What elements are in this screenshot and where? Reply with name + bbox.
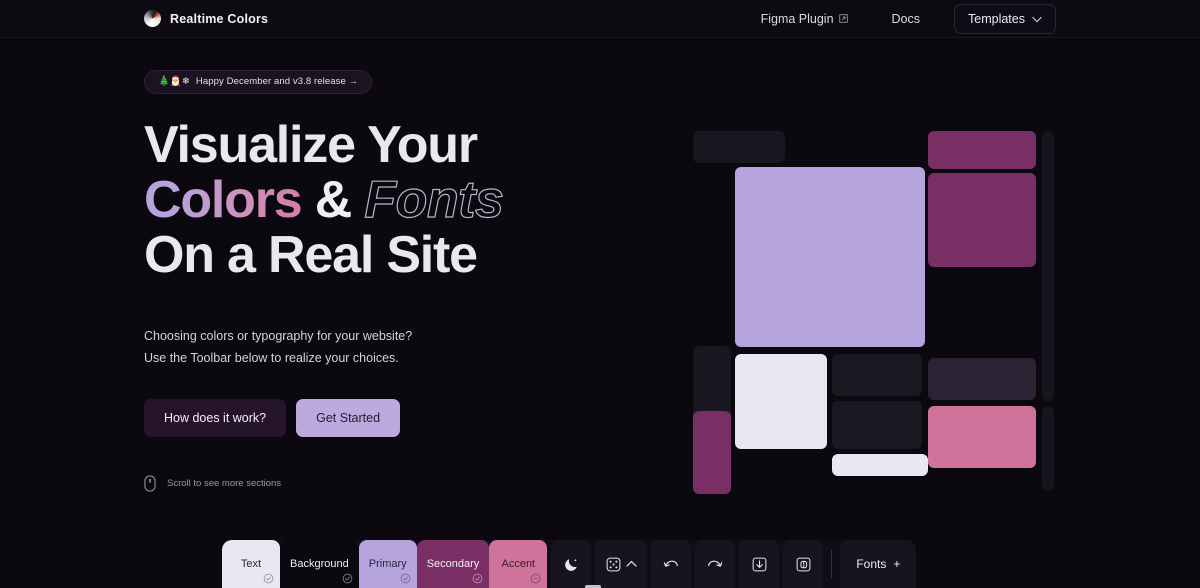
external-link-icon bbox=[839, 14, 848, 23]
get-started-button[interactable]: Get Started bbox=[296, 399, 400, 437]
scroll-hint-label: Scroll to see more sections bbox=[167, 478, 281, 489]
color-swatch-label: Accent bbox=[501, 558, 535, 570]
lock-toggle-icon[interactable] bbox=[472, 573, 483, 584]
top-navbar: Realtime Colors Figma Plugin Docs Templa… bbox=[0, 0, 1200, 38]
nav-link-docs-label: Docs bbox=[892, 12, 920, 26]
color-swatch-label: Text bbox=[241, 558, 261, 570]
color-swatch-background[interactable]: Background bbox=[280, 540, 359, 588]
nav-links: Figma Plugin Docs Templates bbox=[739, 4, 1056, 34]
randomize-button[interactable] bbox=[595, 540, 647, 588]
brand-name: Realtime Colors bbox=[170, 12, 268, 26]
chevron-down-icon bbox=[1032, 12, 1042, 26]
color-swatch-accent[interactable]: Accent bbox=[489, 540, 547, 588]
announcement-badge[interactable]: 🎄🎅❄ Happy December and v3.8 release → bbox=[144, 70, 372, 94]
copy-button[interactable] bbox=[783, 540, 823, 588]
block-left-secondary bbox=[693, 411, 731, 494]
lock-toggle-icon[interactable] bbox=[530, 573, 541, 584]
lock-toggle-icon[interactable] bbox=[342, 573, 353, 584]
fonts-button[interactable]: Fonts + bbox=[840, 540, 916, 588]
block-nav-bar bbox=[693, 131, 785, 163]
block-card-light bbox=[735, 354, 827, 449]
block-right-sec-top bbox=[928, 131, 1036, 169]
lock-toggle-icon[interactable] bbox=[400, 573, 411, 584]
hero-section: 🎄🎅❄ Happy December and v3.8 release → Vi… bbox=[0, 38, 1200, 492]
headline-ampersand: & bbox=[315, 171, 351, 229]
block-right-muted bbox=[928, 358, 1036, 400]
color-swatch-label: Background bbox=[290, 558, 349, 570]
nav-link-figma-plugin-label: Figma Plugin bbox=[761, 12, 834, 26]
headline-colors-word: Colors bbox=[144, 171, 301, 229]
color-swatch-primary[interactable]: Primary bbox=[359, 540, 417, 588]
block-mid-dark-btm bbox=[832, 401, 922, 449]
color-swatch-label: Secondary bbox=[427, 558, 480, 570]
block-hero-primary bbox=[735, 167, 925, 347]
download-button[interactable] bbox=[739, 540, 779, 588]
block-right-accent bbox=[928, 406, 1036, 468]
color-toolbar: Text Background Primary Secondary Accent Font… bbox=[222, 540, 916, 588]
fonts-label: Fonts bbox=[856, 557, 886, 571]
templates-dropdown[interactable]: Templates bbox=[954, 4, 1056, 34]
templates-label: Templates bbox=[968, 12, 1025, 26]
block-right-sec-big bbox=[928, 173, 1036, 267]
undo-button[interactable] bbox=[651, 540, 691, 588]
color-swatch-label: Primary bbox=[369, 558, 407, 570]
palette-preview-grid bbox=[690, 126, 1060, 494]
badge-text: Happy December and v3.8 release → bbox=[196, 76, 358, 87]
block-far-right-rail bbox=[1042, 131, 1054, 401]
how-does-it-work-button[interactable]: How does it work? bbox=[144, 399, 286, 437]
mouse-icon bbox=[144, 475, 156, 492]
nav-link-docs[interactable]: Docs bbox=[870, 12, 942, 26]
headline-fonts-word: Fonts bbox=[364, 171, 503, 229]
color-swatch-secondary[interactable]: Secondary bbox=[417, 540, 490, 588]
block-mid-dark-top bbox=[832, 354, 922, 396]
block-far-right-low bbox=[1042, 406, 1054, 491]
lock-toggle-icon[interactable] bbox=[263, 573, 274, 584]
plus-icon: + bbox=[893, 557, 900, 571]
badge-emoji: 🎄🎅❄ bbox=[158, 77, 190, 87]
dark-mode-toggle[interactable] bbox=[551, 540, 591, 588]
brand[interactable]: Realtime Colors bbox=[144, 10, 268, 27]
redo-button[interactable] bbox=[695, 540, 735, 588]
logo-icon bbox=[144, 10, 161, 27]
color-swatch-text[interactable]: Text bbox=[222, 540, 280, 588]
nav-link-figma-plugin[interactable]: Figma Plugin bbox=[739, 12, 870, 26]
toolbar-divider bbox=[831, 550, 832, 578]
block-pill-light bbox=[832, 454, 928, 476]
